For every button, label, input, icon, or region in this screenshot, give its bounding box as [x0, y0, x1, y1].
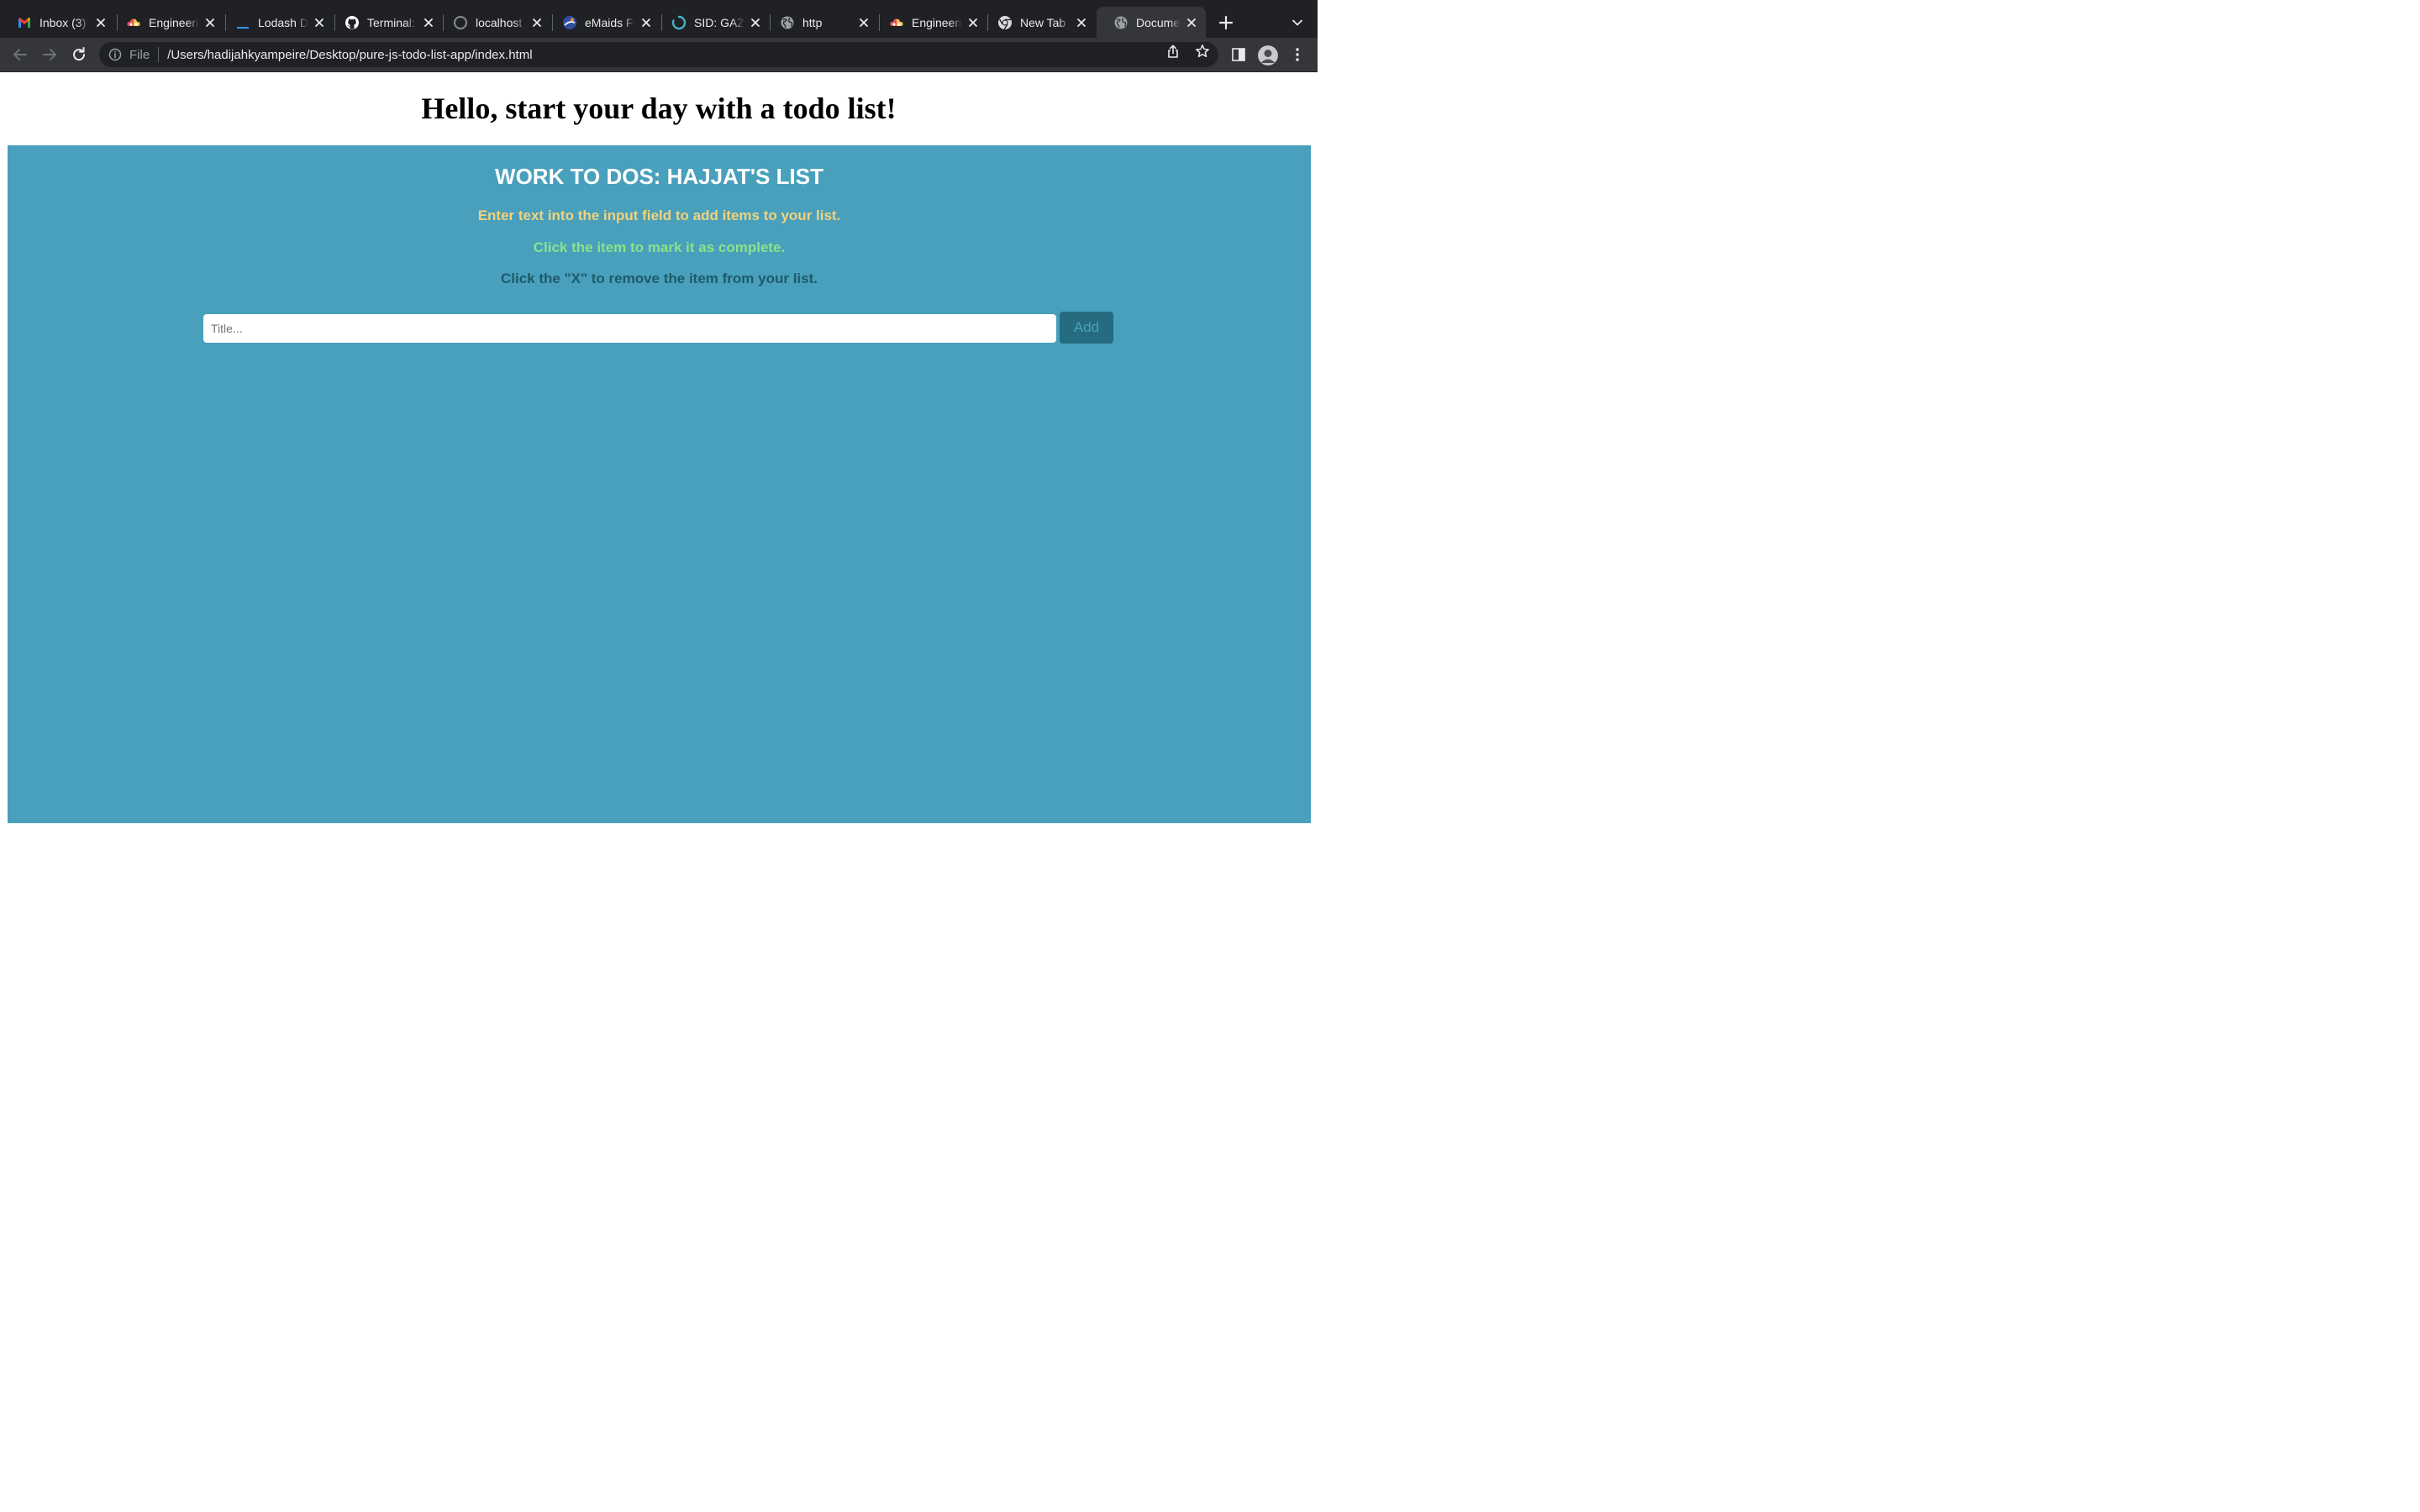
tab-localhost[interactable]: localhost	[436, 7, 551, 38]
close-icon[interactable]	[313, 17, 325, 29]
github-icon	[345, 15, 359, 29]
page-content: Hello, start your day with a todo list! …	[0, 72, 1318, 823]
tab-title: Document	[1136, 15, 1181, 29]
browser-toolbar: File /Users/hadijahkyampeire/Desktop/pur…	[0, 38, 1318, 71]
loading-ring-icon	[454, 15, 467, 29]
instruction-add: Enter text into the input field to add i…	[477, 207, 841, 223]
tab-engineering[interactable]: Engineering	[109, 7, 224, 38]
side-panel-icon[interactable]	[1231, 47, 1246, 62]
lodash-icon	[237, 26, 249, 29]
new-tab-plus-icon[interactable]	[1218, 14, 1234, 31]
tab-sid[interactable]: SID: GAZI	[655, 7, 770, 38]
tab-title: Lodash Docs	[258, 15, 308, 29]
tab-terminal[interactable]: Terminal:	[328, 7, 443, 38]
tab-title: http	[802, 15, 823, 29]
tab-engineering-2[interactable]: Engineering	[872, 7, 987, 38]
tab-emaids[interactable]: eMaids Fr	[545, 7, 660, 38]
tab-inbox[interactable]: Inbox (3)	[0, 7, 115, 38]
close-icon[interactable]	[204, 17, 216, 29]
close-icon[interactable]	[858, 17, 870, 29]
close-icon[interactable]	[531, 17, 543, 29]
close-icon[interactable]	[640, 17, 652, 29]
profile-avatar[interactable]	[1258, 45, 1278, 66]
tab-title: localhost	[476, 15, 523, 29]
tab-lodash[interactable]: Lodash Docs	[218, 7, 334, 38]
bookmark-star-icon[interactable]	[1195, 44, 1210, 59]
todo-title-input[interactable]	[203, 314, 1056, 343]
tab-title: Engineering	[149, 15, 199, 29]
more-options-icon[interactable]	[1288, 45, 1307, 64]
url-scheme-label: File	[129, 47, 150, 62]
chevron-down-icon[interactable]	[1291, 16, 1304, 29]
close-icon[interactable]	[1186, 17, 1197, 29]
tab-strip: Inbox (3) Engineering Lodash Docs	[0, 0, 1318, 38]
chrome-icon	[998, 15, 1012, 29]
close-icon[interactable]	[95, 17, 107, 29]
list-title: WORK TO DOS: HAJJAT'S LIST	[495, 164, 823, 189]
cloud-icon	[127, 18, 140, 26]
cloud-icon	[890, 18, 903, 26]
address-separator	[158, 47, 160, 62]
globe-icon	[781, 16, 794, 29]
info-icon[interactable]	[108, 48, 122, 61]
browser-chrome: Inbox (3) Engineering Lodash Docs	[0, 0, 1318, 72]
tab-document[interactable]: Document	[1097, 7, 1206, 38]
globe-icon	[1114, 16, 1128, 29]
tab-title: SID: GAZI	[694, 15, 744, 29]
close-icon[interactable]	[1076, 17, 1087, 29]
gmail-icon	[18, 17, 30, 28]
reload-icon[interactable]	[70, 45, 88, 64]
instruction-remove: Click the "X" to remove the item from yo…	[501, 270, 818, 286]
emaids-icon	[563, 15, 576, 29]
url-text[interactable]: /Users/hadijahkyampeire/Desktop/pure-js-…	[167, 48, 532, 62]
forward-arrow-icon[interactable]	[40, 45, 59, 64]
close-icon[interactable]	[750, 17, 761, 29]
tab-title: eMaids Fr	[585, 15, 635, 29]
share-icon[interactable]	[1165, 44, 1181, 59]
instruction-complete: Click the item to mark it as complete.	[533, 239, 786, 255]
todo-panel: WORK TO DOS: HAJJAT'S LIST Enter text in…	[8, 145, 1311, 823]
tab-http[interactable]: http	[763, 7, 878, 38]
close-icon[interactable]	[423, 17, 434, 29]
back-arrow-icon[interactable]	[11, 45, 29, 64]
spinner-icon	[671, 15, 687, 29]
address-bar[interactable]: File /Users/hadijahkyampeire/Desktop/pur…	[99, 42, 1218, 67]
page-title: Hello, start your day with a todo list!	[421, 92, 897, 125]
tab-new-tab[interactable]: New Tab	[981, 7, 1096, 38]
add-button[interactable]: Add	[1060, 312, 1113, 344]
tab-title: Terminal:	[367, 15, 415, 29]
tab-title: Engineering	[912, 15, 962, 29]
tab-title: New Tab	[1020, 15, 1066, 29]
tab-title: Inbox (3)	[39, 15, 87, 29]
close-icon[interactable]	[967, 17, 979, 29]
